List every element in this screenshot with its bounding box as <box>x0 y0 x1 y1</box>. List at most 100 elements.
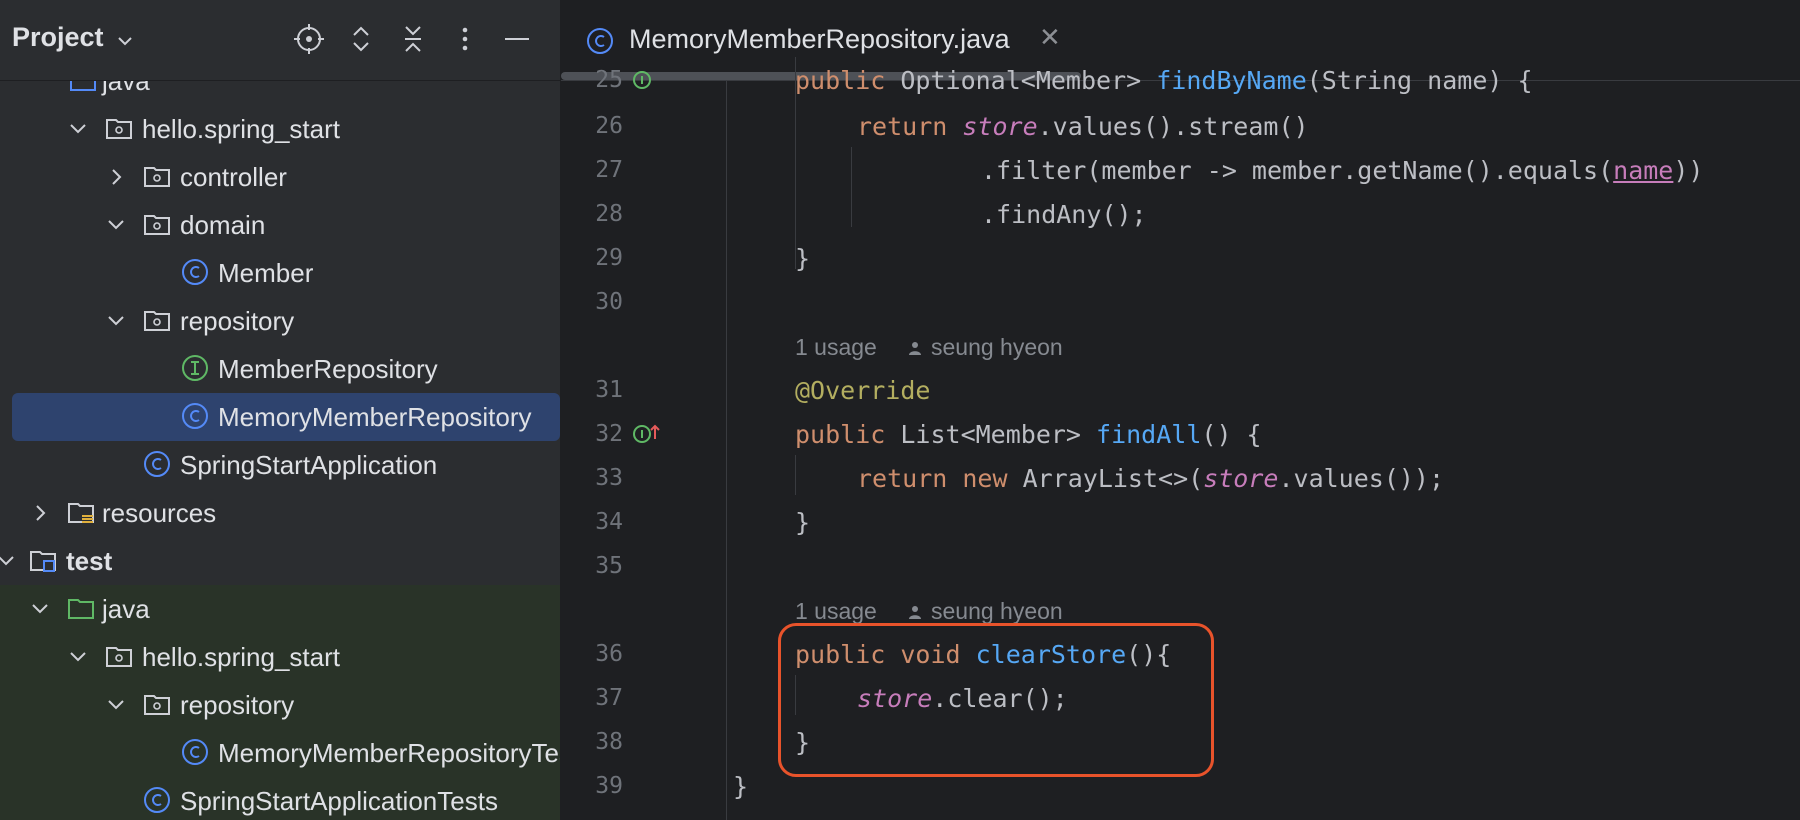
author-hint[interactable]: seung hyeon <box>931 598 1063 625</box>
tree-label: repository <box>180 690 295 720</box>
tree-row[interactable]: hello.spring_start <box>0 633 560 681</box>
tree-row[interactable]: java <box>0 585 560 633</box>
tree-label: test <box>66 546 113 576</box>
project-panel-header: Project <box>0 0 560 81</box>
code-line: 34 } <box>561 499 1800 543</box>
code-token: name <box>1613 156 1674 185</box>
tree-row-selected[interactable]: MemoryMemberRepository <box>12 393 560 441</box>
class-icon <box>144 451 170 477</box>
tree-row[interactable]: domain <box>0 201 560 249</box>
highlight-annotation-box <box>778 623 1214 777</box>
tree-row[interactable]: Member <box>0 249 560 297</box>
code-token: (String name) { <box>1306 66 1533 95</box>
tree-row[interactable]: resources <box>0 489 560 537</box>
package-icon <box>106 647 132 667</box>
collapse-all-icon[interactable] <box>396 22 430 56</box>
code-token: .findAny(); <box>981 200 1147 229</box>
tree-row[interactable]: repository <box>0 297 560 345</box>
package-icon <box>144 311 170 331</box>
line-number: 32 <box>595 421 623 447</box>
package-icon <box>144 167 170 187</box>
tree-row[interactable]: SpringStartApplication <box>0 441 560 489</box>
implements-method-icon[interactable] <box>631 423 661 445</box>
code-line: 30 <box>561 279 1800 323</box>
class-icon <box>587 28 613 54</box>
code-line: 25 public Optional<Member> findByName(St… <box>561 57 1800 101</box>
line-number: 34 <box>595 509 623 535</box>
tab-label: MemoryMemberRepository.java <box>629 24 1010 54</box>
tree-label: MemoryMemberRepositoryTest <box>218 738 560 768</box>
implements-method-icon[interactable] <box>631 69 653 91</box>
code-token: return new <box>857 464 1023 493</box>
tree-row[interactable]: MemberRepository <box>0 345 560 393</box>
code-token: .filter(member -> member.getName().equal… <box>981 156 1614 185</box>
code-line: 27 .filter(member -> member.getName().eq… <box>561 147 1800 191</box>
line-number: 35 <box>595 553 623 579</box>
usage-hint[interactable]: 1 usage <box>795 334 877 361</box>
class-icon <box>182 739 208 765</box>
chevron-down-icon[interactable] <box>0 547 18 575</box>
minimize-icon[interactable] <box>500 22 534 56</box>
line-number: 31 <box>595 377 623 403</box>
chevron-right-icon[interactable] <box>104 163 128 191</box>
usage-hint[interactable]: 1 usage <box>795 598 877 625</box>
code-token: public <box>795 420 901 449</box>
chevron-down-icon[interactable] <box>104 307 128 335</box>
more-options-icon[interactable] <box>448 22 482 56</box>
code-editor: MemoryMemberRepository.java ✕ 25 public … <box>561 0 1800 820</box>
test-module-icon <box>30 551 56 572</box>
package-icon <box>144 215 170 235</box>
indent-guide <box>795 455 796 495</box>
tree-row[interactable]: repository <box>0 681 560 729</box>
line-number: 27 <box>595 157 623 183</box>
resources-folder-icon <box>68 503 94 523</box>
code-line: 32 public List<Member> findAll() { <box>561 411 1800 455</box>
project-view-selector[interactable]: Project <box>12 22 104 53</box>
close-tab-icon[interactable]: ✕ <box>1039 22 1061 53</box>
code-token: } <box>733 772 749 801</box>
interface-icon <box>182 355 208 381</box>
class-icon <box>144 787 170 813</box>
line-number: 28 <box>595 201 623 227</box>
indent-guide <box>795 57 796 269</box>
person-icon <box>909 342 921 355</box>
chevron-down-icon[interactable] <box>116 32 134 50</box>
code-line: 33 return new ArrayList<>(store.values()… <box>561 455 1800 499</box>
chevron-down-icon[interactable] <box>104 211 128 239</box>
code-token: store <box>962 112 1038 141</box>
author-hint[interactable]: seung hyeon <box>931 334 1063 361</box>
tree-row[interactable]: hello.spring_start <box>0 105 560 153</box>
line-number: 26 <box>595 113 623 139</box>
tree-label: MemoryMemberRepository <box>218 402 532 432</box>
tree-row[interactable]: test <box>0 537 560 585</box>
source-folder-icon <box>70 81 96 91</box>
chevron-down-icon[interactable] <box>66 643 90 671</box>
line-number: 39 <box>595 773 623 799</box>
chevron-right-icon[interactable] <box>28 499 52 527</box>
project-panel: Project java hello.spring_start controll… <box>0 0 560 820</box>
locate-icon[interactable] <box>292 22 326 56</box>
tree-row[interactable]: java <box>0 81 560 105</box>
tree-row[interactable]: controller <box>0 153 560 201</box>
code-token: public <box>795 66 901 95</box>
tree-row[interactable]: MemoryMemberRepositoryTest <box>0 729 560 777</box>
line-number: 38 <box>595 729 623 755</box>
tree-label: controller <box>180 162 287 192</box>
chevron-down-icon[interactable] <box>66 115 90 143</box>
person-icon <box>909 606 921 619</box>
tree-row[interactable]: SpringStartApplicationTests <box>0 777 560 820</box>
code-line: 28 .findAny(); <box>561 191 1800 235</box>
code-line: 31 @Override <box>561 367 1800 411</box>
tree-label: java <box>102 594 150 624</box>
test-folder-icon <box>68 599 94 619</box>
code-line: 29 } <box>561 235 1800 279</box>
tree-label: domain <box>180 210 266 240</box>
tree-label: hello.spring_start <box>142 642 340 672</box>
expand-all-icon[interactable] <box>344 22 378 56</box>
tree-label: MemberRepository <box>218 354 438 384</box>
tree-label: Member <box>218 258 314 288</box>
code-token: .values()); <box>1278 464 1445 493</box>
chevron-down-icon[interactable] <box>28 595 52 623</box>
chevron-down-icon[interactable] <box>104 691 128 719</box>
project-tree: java hello.spring_start controller domai… <box>0 81 560 820</box>
